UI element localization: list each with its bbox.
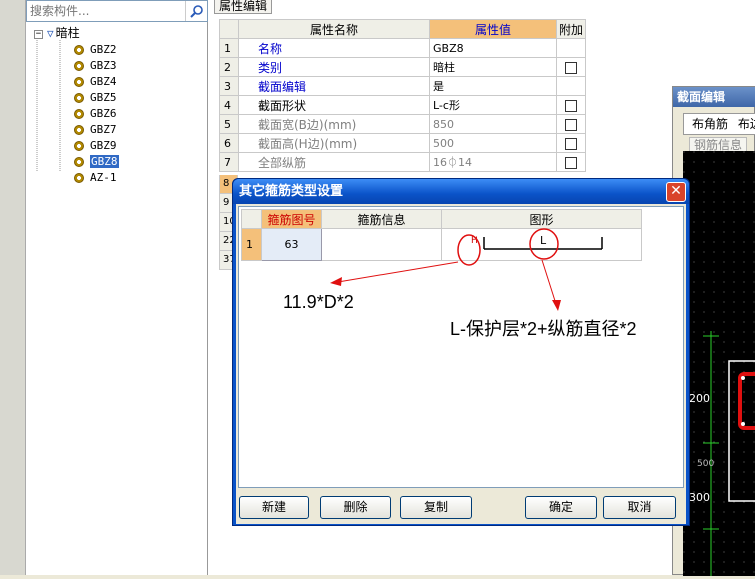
length-formula-annotation: L-保护层*2+纵筋直径*2 bbox=[450, 319, 637, 339]
hook-formula-annotation: 11.9*D*2 bbox=[283, 292, 354, 312]
annotation-overlay bbox=[330, 228, 561, 311]
